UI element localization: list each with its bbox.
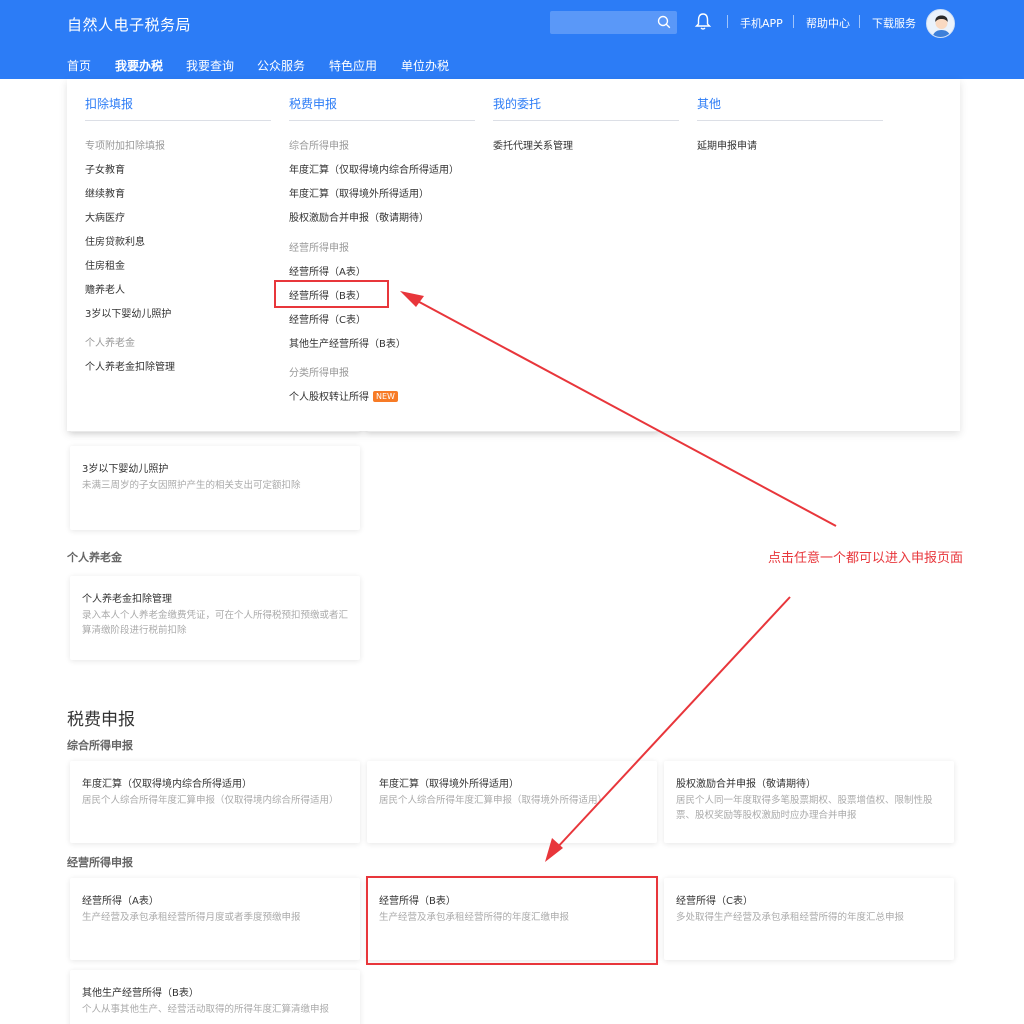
menu-item-business-c[interactable]: 经营所得（C表） bbox=[289, 311, 366, 326]
menu-col-delegation-title: 我的委托 bbox=[493, 97, 542, 111]
menu-item-housing-rent[interactable]: 住房租金 bbox=[85, 257, 125, 272]
card-description: 居民个人同一年度取得多笔股票期权、股票增值权、限制性股票、股权奖励等股权激励时应… bbox=[676, 795, 933, 821]
menu-item-delegation-management[interactable]: 委托代理关系管理 bbox=[493, 137, 573, 152]
divider bbox=[85, 120, 271, 121]
card-business-a[interactable]: 经营所得（A表） 生产经营及承包承租经营所得月度或者季度预缴申报 bbox=[70, 878, 360, 960]
menu-item-equity-transfer[interactable]: 个人股权转让所得 NEW bbox=[289, 388, 398, 403]
card-annual-overseas[interactable]: 年度汇算（取得境外所得适用） 居民个人综合所得年度汇算申报（取得境外所得适用） bbox=[367, 761, 657, 843]
card-description: 未满三周岁的子女因照护产生的相关支出可定额扣除 bbox=[82, 480, 301, 491]
user-avatar-icon bbox=[927, 10, 954, 37]
card-title: 3岁以下婴幼儿照护 bbox=[82, 464, 169, 475]
card-infant-care[interactable]: 3岁以下婴幼儿照护 未满三周岁的子女因照护产生的相关支出可定额扣除 bbox=[70, 446, 360, 530]
menu-col-tax-filing-title: 税费申报 bbox=[289, 97, 338, 111]
divider bbox=[289, 120, 475, 121]
avatar[interactable] bbox=[926, 9, 955, 38]
section-business-label: 经营所得申报 bbox=[67, 856, 133, 869]
menu-item-equity-transfer-label: 个人股权转让所得 bbox=[289, 392, 369, 403]
highlight-box-menu bbox=[274, 280, 389, 308]
menu-item-infant-care[interactable]: 3岁以下婴幼儿照护 bbox=[85, 305, 171, 320]
mega-menu-dropdown: 扣除填报 专项附加扣除填报 子女教育 继续教育 大病医疗 住房贷款利息 住房租金… bbox=[67, 79, 960, 431]
divider bbox=[727, 15, 728, 28]
menu-item-pension-management[interactable]: 个人养老金扣除管理 bbox=[85, 358, 175, 373]
section-comprehensive-label: 综合所得申报 bbox=[67, 739, 133, 752]
download-service-link[interactable]: 下载服务 bbox=[872, 15, 916, 31]
menu-item-housing-loan[interactable]: 住房贷款利息 bbox=[85, 233, 145, 248]
card-annual-domestic[interactable]: 年度汇算（仅取得境内综合所得适用） 居民个人综合所得年度汇算申报（仅取得境内综合… bbox=[70, 761, 360, 843]
card-business-c[interactable]: 经营所得（C表） 多处取得生产经营及承包承租经营所得的年度汇总申报 bbox=[664, 878, 954, 960]
card-title: 经营所得（C表） bbox=[676, 896, 753, 907]
card-equity-incentive[interactable]: 股权激励合并申报（敬请期待） 居民个人同一年度取得多笔股票期权、股票增值权、限制… bbox=[664, 761, 954, 843]
card-title: 其他生产经营所得（B表） bbox=[82, 988, 199, 999]
card-title: 年度汇算（仅取得境内综合所得适用） bbox=[82, 779, 252, 790]
nav-home[interactable]: 首页 bbox=[67, 57, 91, 74]
card-title: 经营所得（A表） bbox=[82, 896, 159, 907]
menu-item-business-a[interactable]: 经营所得（A表） bbox=[289, 263, 366, 278]
menu-item-elderly-support[interactable]: 赡养老人 bbox=[85, 281, 125, 296]
section-pension-label: 个人养老金 bbox=[67, 551, 122, 564]
card-title: 个人养老金扣除管理 bbox=[82, 594, 172, 605]
card-description: 居民个人综合所得年度汇算申报（仅取得境内综合所得适用） bbox=[82, 795, 339, 806]
nav-query[interactable]: 我要查询 bbox=[186, 57, 234, 74]
card-description: 多处取得生产经营及承包承租经营所得的年度汇总申报 bbox=[676, 912, 905, 923]
divider bbox=[793, 15, 794, 28]
menu-col-other-title: 其他 bbox=[697, 97, 722, 111]
menu-item-continuing-education[interactable]: 继续教育 bbox=[85, 185, 125, 200]
menu-item-serious-illness[interactable]: 大病医疗 bbox=[85, 209, 125, 224]
highlight-box-card bbox=[366, 876, 658, 965]
card-title: 年度汇算（取得境外所得适用） bbox=[379, 779, 519, 790]
divider bbox=[697, 120, 883, 121]
card-other-business-b[interactable]: 其他生产经营所得（B表） 个人从事其他生产、经营活动取得的所得年度汇算清缴申报 bbox=[70, 970, 360, 1024]
menu-item-other-business-b[interactable]: 其他生产经营所得（B表） bbox=[289, 335, 406, 350]
divider bbox=[859, 15, 860, 28]
menu-item-annual-overseas[interactable]: 年度汇算（取得境外所得适用） bbox=[289, 185, 429, 200]
menu-item-child-education[interactable]: 子女教育 bbox=[85, 161, 125, 176]
section-tax-filing-title: 税费申报 bbox=[67, 710, 135, 730]
top-header: 自然人电子税务局 手机APP 帮助中心 下载服务 首页 我要办税 我要查询 公众… bbox=[0, 0, 1024, 79]
card-pension-management[interactable]: 个人养老金扣除管理 录入本人个人养老金缴费凭证，可在个人所得税预扣预缴或者汇算清… bbox=[70, 576, 360, 660]
search-input[interactable] bbox=[550, 11, 677, 34]
menu-item-equity-incentive[interactable]: 股权激励合并申报（敬请期待） bbox=[289, 209, 429, 224]
divider bbox=[493, 120, 679, 121]
card-description: 个人从事其他生产、经营活动取得的所得年度汇算清缴申报 bbox=[82, 1004, 330, 1015]
card-description: 生产经营及承包承租经营所得月度或者季度预缴申报 bbox=[82, 912, 301, 923]
nav-featured-apps[interactable]: 特色应用 bbox=[329, 57, 377, 74]
menu-group-label: 综合所得申报 bbox=[289, 141, 349, 152]
site-logo[interactable]: 自然人电子税务局 bbox=[67, 14, 191, 35]
bell-icon[interactable] bbox=[694, 12, 712, 31]
card-description: 居民个人综合所得年度汇算申报（取得境外所得适用） bbox=[379, 795, 608, 806]
nav-tax-handling[interactable]: 我要办税 bbox=[115, 57, 163, 74]
mobile-app-link[interactable]: 手机APP bbox=[740, 15, 783, 31]
menu-group-label: 经营所得申报 bbox=[289, 243, 349, 254]
card-description: 录入本人个人养老金缴费凭证，可在个人所得税预扣预缴或者汇算清缴阶段进行税前扣除 bbox=[82, 610, 349, 636]
search-icon[interactable] bbox=[657, 15, 671, 29]
nav-unit-tax[interactable]: 单位办税 bbox=[401, 57, 449, 74]
card-title: 股权激励合并申报（敬请期待） bbox=[676, 779, 816, 790]
help-center-link[interactable]: 帮助中心 bbox=[806, 15, 850, 31]
annotation-note: 点击任意一个都可以进入申报页面 bbox=[768, 551, 964, 566]
menu-group-label: 专项附加扣除填报 bbox=[85, 141, 165, 152]
menu-group-label: 个人养老金 bbox=[85, 338, 135, 349]
menu-group-label: 分类所得申报 bbox=[289, 368, 349, 379]
menu-col-deduction-title: 扣除填报 bbox=[85, 97, 134, 111]
menu-item-extension-application[interactable]: 延期申报申请 bbox=[697, 137, 757, 152]
menu-item-annual-domestic[interactable]: 年度汇算（仅取得境内综合所得适用） bbox=[289, 161, 459, 176]
nav-public-service[interactable]: 公众服务 bbox=[257, 57, 305, 74]
new-badge: NEW bbox=[373, 391, 398, 402]
